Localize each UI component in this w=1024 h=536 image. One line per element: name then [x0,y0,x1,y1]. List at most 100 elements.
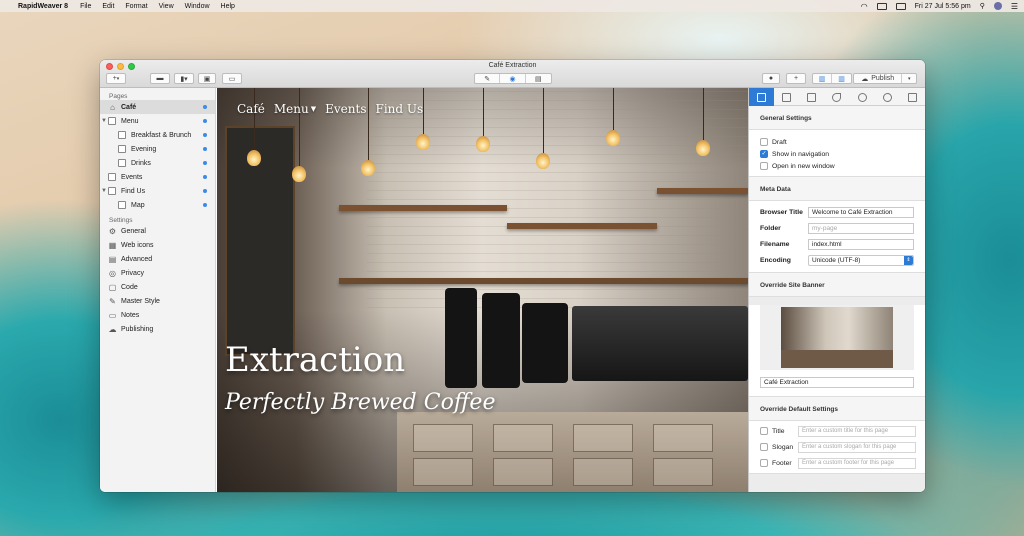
sidebar-setting-code[interactable]: ▢ Code [100,280,215,294]
wifi-icon[interactable]: ◠ [861,2,868,11]
tab-view[interactable] [875,88,900,106]
nav-item-events[interactable]: Events [325,102,366,116]
nav-item-find-us[interactable]: Find Us [376,102,424,116]
tab-tags[interactable] [824,88,849,106]
nav-item-cafe[interactable]: Café [237,102,265,116]
tab-header[interactable] [850,88,875,106]
edit-mode-button[interactable]: ✎ [475,74,501,83]
left-panel-toggle[interactable]: ▥ [813,74,833,83]
window-icon: ▭ [228,75,236,83]
menu-edit[interactable]: Edit [102,3,114,10]
draft-checkbox[interactable]: Draft [749,136,925,148]
banner-caption-input[interactable]: Café Extraction [760,376,914,388]
browser-title-input[interactable]: Welcome to Café Extraction [808,206,914,218]
menu-format[interactable]: Format [125,3,147,10]
preview-mode-button[interactable]: ◉ [500,74,526,83]
sidebar-toggle-button[interactable]: ▭ [222,73,242,84]
notification-center-icon[interactable]: ☰ [1011,2,1018,11]
menu-file[interactable]: File [80,3,91,10]
header-icon [857,92,867,102]
addons-button[interactable]: ● [762,73,780,84]
window-title: Café Extraction [488,62,537,69]
hero-background-image [367,88,748,308]
sidebar-setting-general[interactable]: ⚙ General [100,224,215,238]
checkbox[interactable] [760,162,768,170]
nav-item-menu[interactable]: Menu ▼ [274,102,316,116]
menu-view[interactable]: View [159,3,174,10]
tab-more[interactable] [900,88,925,106]
checkmark-icon[interactable]: ✓ [760,150,768,158]
menu-clock[interactable]: Fri 27 Jul 5:56 pm [915,3,971,10]
drawer [653,458,713,486]
sidebar-setting-master-style[interactable]: ✎ Master Style [100,294,215,308]
published-dot [203,175,207,179]
drawer [573,424,633,452]
checkbox-label: Show in navigation [772,150,830,158]
checkbox[interactable] [760,138,768,146]
sidebar-setting-privacy[interactable]: ◎ Privacy [100,266,215,280]
publish-segment: ☁ Publish ▾ [853,73,917,84]
search-icon[interactable]: ⚲ [980,2,985,10]
add-page-button[interactable]: + ▾ [106,73,126,84]
sidebar-setting-advanced[interactable]: ▤ Advanced [100,252,215,266]
eye-icon: ◉ [509,75,516,83]
override-slogan-input[interactable]: Enter a custom slogan for this page [798,441,916,453]
show-in-navigation-checkbox[interactable]: ✓ Show in navigation [749,148,925,160]
publish-button[interactable]: ☁ Publish [854,74,903,83]
sidebar-page-find-us[interactable]: ▼ Find Us [100,184,215,198]
menu-app-name[interactable]: RapidWeaver 8 [18,3,68,10]
encoding-label: Encoding [760,256,791,264]
trash-button[interactable]: ▬ [150,73,170,84]
sidebar-setting-web-icons[interactable]: ▦ Web icons [100,238,215,252]
override-title-row: Title Enter a custom title for this page [749,423,925,439]
siri-icon[interactable] [993,2,1002,10]
sidebar-setting-publishing[interactable]: ☁ Publishing [100,322,215,336]
sidebar-page-cafe[interactable]: ⌂ Café [100,100,215,114]
menu-window[interactable]: Window [185,3,210,10]
menu-help[interactable]: Help [221,3,235,10]
override-title-checkbox[interactable] [760,427,768,435]
sidebar-page-events[interactable]: Events [100,170,215,184]
disclosure-triangle-icon[interactable]: ▼ [100,188,108,194]
code-mode-button[interactable]: ▤ [526,74,551,83]
override-title-input[interactable]: Enter a custom title for this page [798,425,916,437]
override-slogan-checkbox[interactable] [760,443,768,451]
page-preview[interactable]: Café Menu ▼ Events Find Us Extraction Per… [217,88,748,492]
override-footer-input[interactable]: Enter a custom footer for this page [798,457,916,469]
battery-icon[interactable] [895,2,906,10]
media-button[interactable]: ▣ [198,73,216,84]
sidebar-page-drinks[interactable]: Drinks [100,156,215,170]
publish-options-button[interactable]: ▾ [902,74,916,83]
airplay-icon[interactable] [876,2,887,10]
checkbox-label: Open in new window [772,162,835,170]
disclosure-triangle-icon[interactable]: ▼ [100,118,108,124]
sidebar-page-evening[interactable]: Evening [100,142,215,156]
published-dot [203,105,207,109]
meta-data-header: Meta Data [749,177,925,201]
lamp-wire [368,88,369,160]
tab-theme[interactable] [799,88,824,106]
override-footer-checkbox[interactable] [760,459,768,467]
sidebar-page-map[interactable]: Map [100,198,215,212]
cloud-upload-icon: ☁ [861,75,869,83]
filename-input[interactable]: index.html [808,238,914,250]
folder-input[interactable]: my-page [808,222,914,234]
code-icon: ▢ [108,282,117,292]
encoding-select[interactable]: Unicode (UTF-8) ⇕ [808,254,914,266]
shelf [339,278,748,284]
right-panel-toggle[interactable]: ▥ [832,74,851,83]
sidebar-page-menu[interactable]: ▼ Menu [100,114,215,128]
theme-button[interactable]: ▮▾ [174,73,194,84]
tab-general[interactable] [749,88,775,106]
right-panel-icon: ▥ [838,75,845,83]
sidebar-setting-notes[interactable]: ▭ Notes [100,308,215,322]
counter-image [397,412,748,492]
banner-drop-well[interactable] [760,305,914,370]
published-dot [203,203,207,207]
open-in-new-window-checkbox[interactable]: Open in new window [749,160,925,172]
tab-layout[interactable] [774,88,799,106]
page-label: Drinks [131,159,151,167]
preview-device-button[interactable]: + [786,73,806,84]
browser-title-label: Browser Title [760,208,803,216]
sidebar-page-breakfast[interactable]: Breakfast & Brunch [100,128,215,142]
